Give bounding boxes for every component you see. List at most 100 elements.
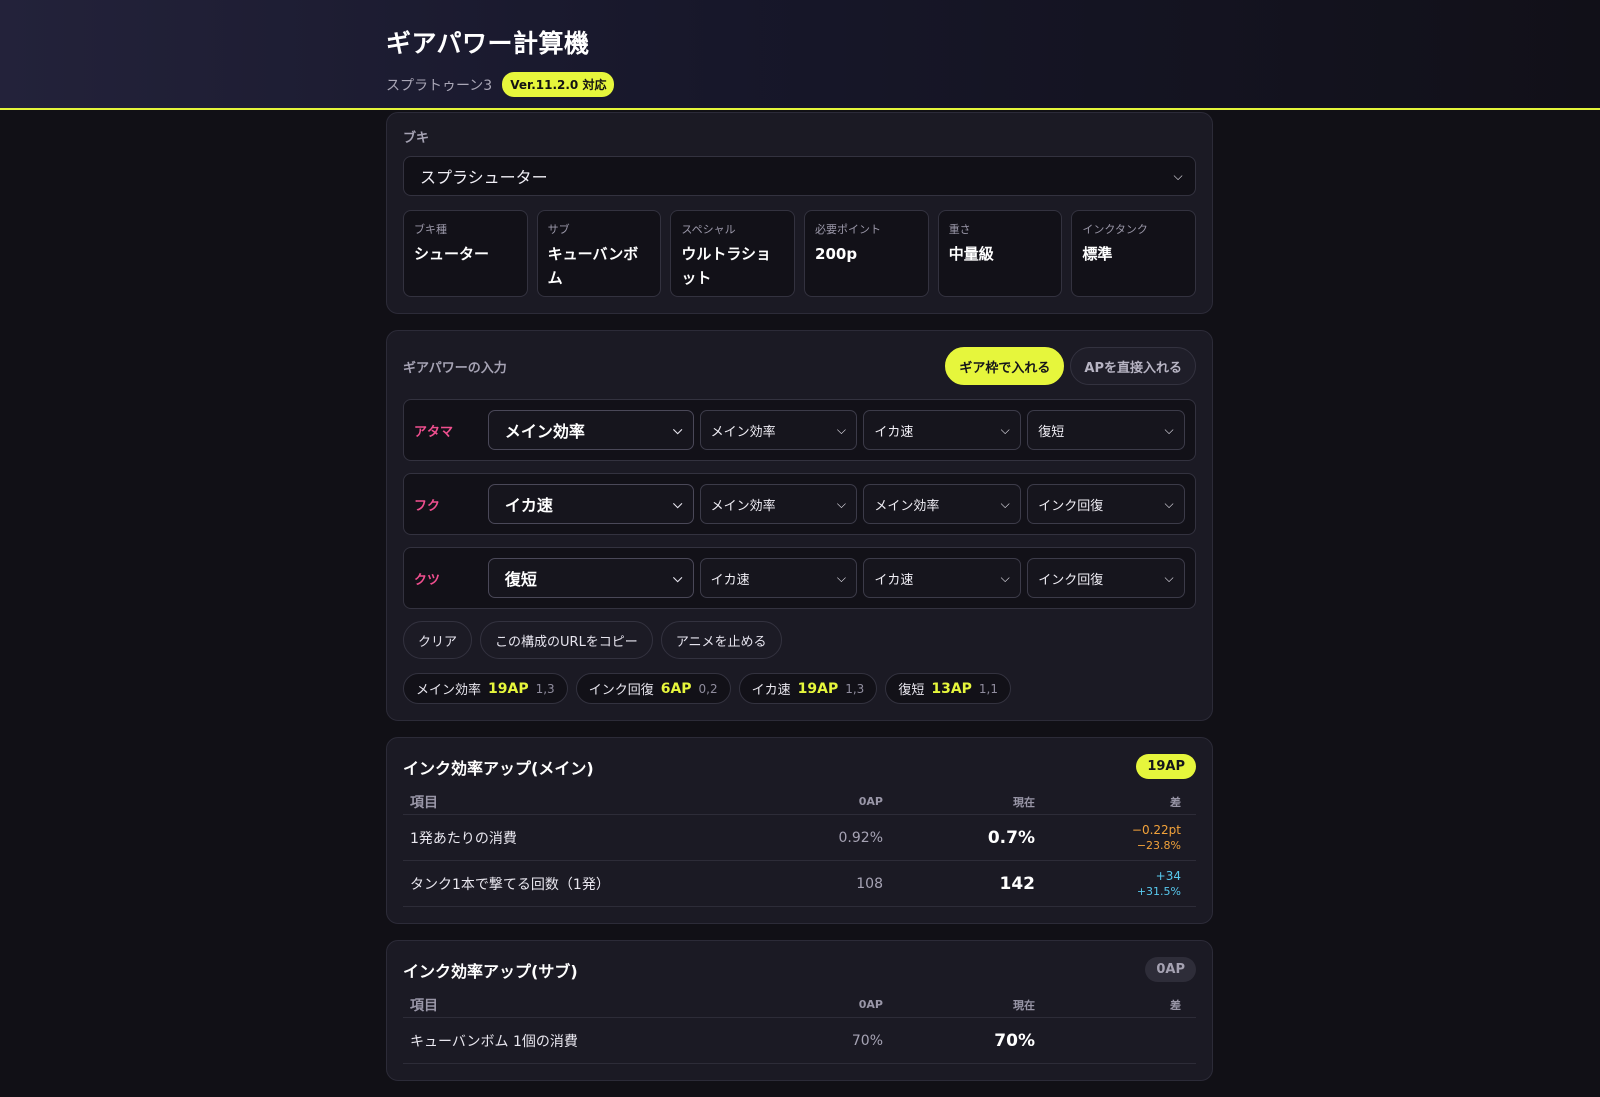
shoes-sub3-select[interactable]: インク回復 ⌵ [1027,558,1186,598]
head-sub1-select[interactable]: メイン効率 ⌵ [699,410,858,450]
table-header-row: 項目 0AP 現在 差 [403,992,1196,1018]
chevron-down-icon: ⌵ [1000,496,1010,511]
version-badge: Ver.11.2.0 対応 [502,72,615,97]
gear-row-head: アタマ メイン効率 ⌵ メイン効率 ⌵ イカ速 ⌵ 復短 ⌵ [403,399,1196,461]
chevron-down-icon: ⌵ [1164,422,1174,437]
tab-direct-ap[interactable]: APを直接入れる [1070,347,1196,385]
row-base: 70% [851,1032,883,1049]
stat-value: キューバンボム [547,245,639,287]
chevron-down-icon: ⌵ [673,570,683,585]
head-main-select[interactable]: メイン効率 ⌵ [487,410,694,450]
table-row: タンク1本で撃てる回数（1発） 108 142 +34 +31.5% [403,861,1196,907]
row-item: タンク1本で撃てる回数（1発） [410,876,610,893]
chevron-down-icon: ⌵ [836,422,846,437]
effect-title: インク効率アップ(サブ) [403,961,578,981]
ap-chip-name: 復短 [898,683,925,698]
ap-chip-name: インク回復 [588,683,654,698]
stat-special-points: 必要ポイント 200p [804,210,929,297]
table-row: キューバンボム 1個の消費 70% 70% [403,1018,1196,1064]
ap-chip-value: 19AP [797,680,839,697]
chevron-down-icon: ⌵ [1173,168,1183,183]
stat-label: スペシャル [681,223,736,236]
game-subtitle: スプラトゥーン3 [386,77,493,94]
ap-chip-value: 19AP [488,680,529,697]
head-sub2-select[interactable]: イカ速 ⌵ [863,410,1022,450]
stat-label: 必要ポイント [815,223,882,236]
ap-chip: メイン効率 19AP 1,3 [403,673,568,704]
head-sub2-value: イカ速 [874,424,914,440]
effect-table: 項目 0AP 現在 差 1発あたりの消費 0.92% 0.7% −0.22pt … [403,789,1196,907]
col-item: 項目 [410,997,438,1014]
clothes-main-select[interactable]: イカ速 ⌵ [487,484,694,524]
row-diff: +34 +31.5% [1035,869,1181,899]
stat-value: 200p [815,245,858,263]
stat-label: インクタンク [1082,223,1148,236]
shoes-sub2-select[interactable]: イカ速 ⌵ [863,558,1022,598]
weapon-card: ブキ スプラシューター ⌵ ブキ種 シューター サブ キューバンボム スペシャル… [386,112,1213,314]
stop-animation-button[interactable]: アニメを止める [660,621,782,659]
effect-table: 項目 0AP 現在 差 キューバンボム 1個の消費 70% 70% [403,992,1196,1064]
gear-actions: クリア この構成のURLをコピー アニメを止める [403,621,1196,659]
clothes-sub3-value: インク回復 [1038,498,1104,514]
ap-chip-detail: 1,3 [845,681,865,696]
chevron-down-icon: ⌵ [836,570,846,585]
table-header-row: 項目 0AP 現在 差 [403,789,1196,815]
effect-ap-badge: 19AP [1136,754,1196,779]
chevron-down-icon: ⌵ [836,496,846,511]
clothes-main-value: イカ速 [504,496,553,515]
chevron-down-icon: ⌵ [1164,570,1174,585]
row-base: 0.92% [838,829,883,846]
weapon-label: ブキ [403,131,430,146]
tab-gear-slots[interactable]: ギア枠で入れる [945,347,1065,385]
head-sub3-value: 復短 [1038,424,1065,440]
ap-chip-name: メイン効率 [416,683,482,698]
stat-value: シューター [414,245,490,263]
ap-chip-name: イカ速 [751,683,791,698]
chevron-down-icon: ⌵ [1164,496,1174,511]
shoes-sub3-value: インク回復 [1038,572,1104,588]
stat-label: サブ [547,223,570,236]
effect-card-ink-main: インク効率アップ(メイン) 19AP 項目 0AP 現在 差 1発あたりの消費 … [386,737,1213,924]
col-current: 現在 [1013,998,1035,1012]
col-base: 0AP [858,998,883,1011]
effect-ap-badge: 0AP [1145,957,1196,982]
clothes-sub2-select[interactable]: メイン効率 ⌵ [863,484,1022,524]
row-current: 0.7% [987,827,1035,848]
ap-chip-value: 13AP [931,680,972,697]
weapon-select[interactable]: スプラシューター ⌵ [403,156,1196,196]
header-subline: スプラトゥーン3 Ver.11.2.0 対応 [386,72,615,97]
shoes-sub1-select[interactable]: イカ速 ⌵ [699,558,858,598]
row-current: 70% [994,1030,1035,1051]
ap-chip-detail: 0,2 [698,681,718,696]
shoes-sub1-value: イカ速 [710,572,750,588]
stat-value: 標準 [1082,245,1113,263]
col-diff: 差 [1170,795,1181,809]
head-sub1-value: メイン効率 [710,424,776,440]
ap-chip-detail: 1,1 [978,681,999,696]
row-current: 142 [999,873,1036,894]
head-sub3-select[interactable]: 復短 ⌵ [1027,410,1186,450]
table-row: 1発あたりの消費 0.92% 0.7% −0.22pt −23.8% [403,815,1196,861]
shoes-main-select[interactable]: 復短 ⌵ [487,558,694,598]
chevron-down-icon: ⌵ [1000,570,1010,585]
effect-title: インク効率アップ(メイン) [403,758,594,778]
diff-abs: −0.22pt [1131,822,1181,837]
header-content: ギアパワー計算機 スプラトゥーン3 Ver.11.2.0 対応 [386,24,615,97]
ap-chip: インク回復 6AP 0,2 [575,673,731,704]
input-mode-tabs: ギア枠で入れる APを直接入れる [945,347,1196,385]
clothes-sub1-select[interactable]: メイン効率 ⌵ [699,484,858,524]
stat-sub: サブ キューバンボム [536,210,662,297]
diff-pct: −23.8% [1136,838,1181,852]
gear-label-shoes: クツ [414,572,441,588]
stat-weight: 重さ 中量級 [937,210,1063,297]
clear-button[interactable]: クリア [403,621,473,659]
copy-url-button[interactable]: この構成のURLをコピー [480,621,653,659]
col-base: 0AP [858,795,883,808]
clothes-sub3-select[interactable]: インク回復 ⌵ [1027,484,1186,524]
stat-label: ブキ種 [414,223,447,236]
diff-pct: +31.5% [1136,884,1181,898]
effect-card-ink-sub: インク効率アップ(サブ) 0AP 項目 0AP 現在 差 キューバンボム 1個の… [386,940,1213,1081]
weapon-stats: ブキ種 シューター サブ キューバンボム スペシャル ウルトラショット 必要ポイ… [403,210,1197,297]
ap-chip-value: 6AP [660,680,692,697]
stat-label: 重さ [948,223,971,236]
